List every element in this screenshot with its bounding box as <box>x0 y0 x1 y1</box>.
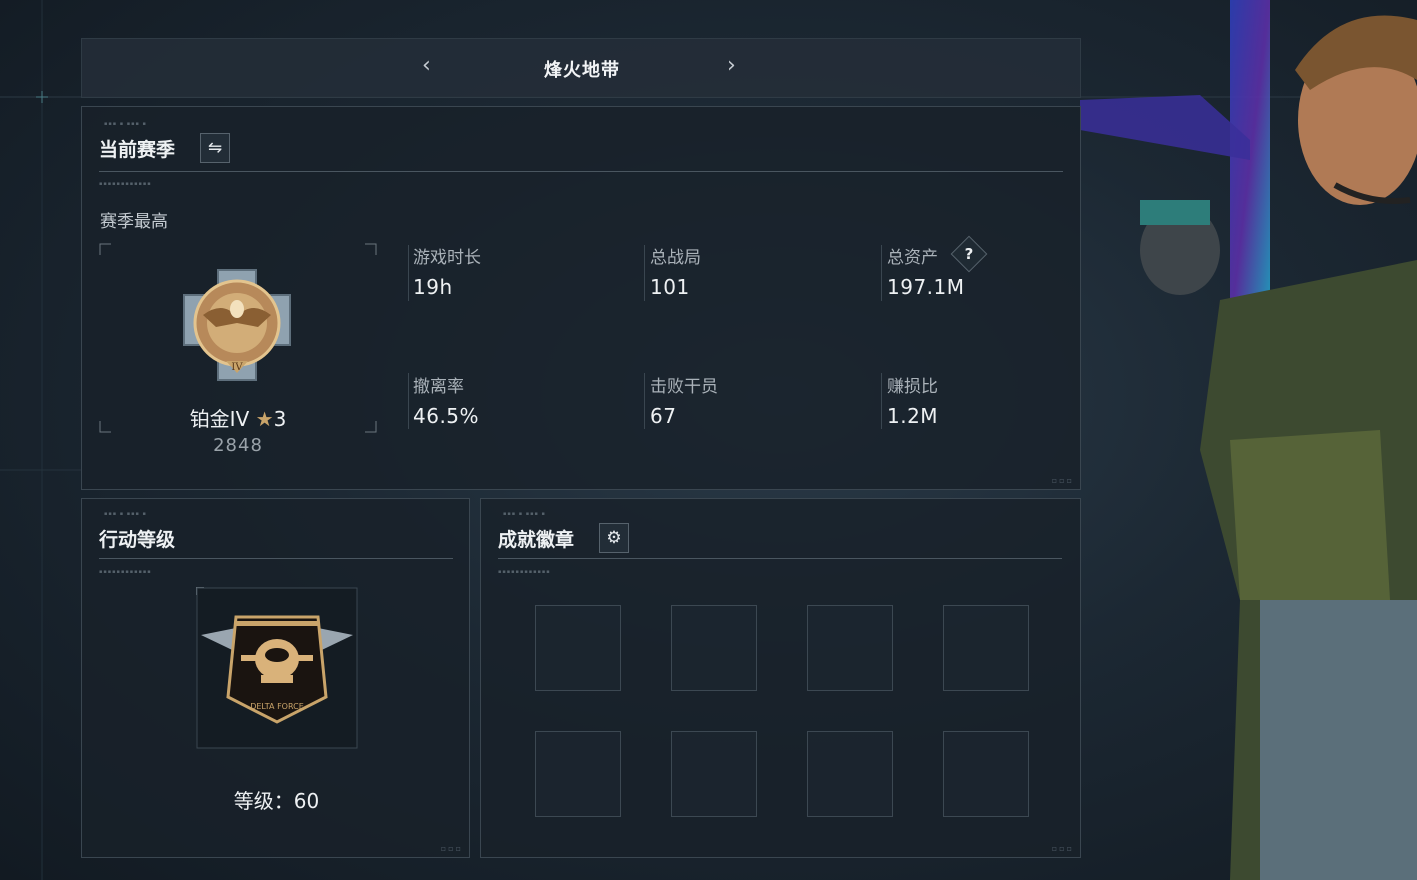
stat-value-operators-defeated: 67 <box>650 404 677 428</box>
platinum-rank-medal-icon: IV <box>183 269 291 381</box>
mode-selector-header: ‹ 烽火地带 › <box>81 38 1081 98</box>
achievement-badges-panel: ▪▪▪ ▪ ▪▪▪ ▪ 成就徽章 ⚙ ▪▪▪▪▪▪▪▪▪▪▪▪ ▫▫▫ <box>480 498 1081 858</box>
stat-label-total-assets: 总资产 <box>887 248 938 268</box>
gear-icon[interactable]: ⚙ <box>599 523 629 553</box>
help-icon-glyph: ? <box>964 245 974 263</box>
stat-value-profit-ratio: 1.2M <box>887 404 939 428</box>
rank-name: 铂金IV <box>189 407 250 431</box>
helicopter-level-badge-icon: DELTA FORCE <box>196 587 358 749</box>
star-icon: ★ <box>255 407 274 431</box>
stat-value-total-matches: 101 <box>650 275 690 299</box>
season-best-label: 赛季最高 <box>100 212 168 232</box>
season-section-title: 当前赛季 <box>99 139 176 161</box>
badge-slot-5[interactable] <box>535 731 621 817</box>
swap-arrows-icon[interactable]: ⇋ <box>200 133 230 163</box>
stat-label-profit-ratio: 赚损比 <box>887 377 938 397</box>
badge-slot-2[interactable] <box>671 605 757 691</box>
stat-label-operators-defeated: 击败干员 <box>650 377 718 397</box>
stat-label-playtime: 游戏时长 <box>413 248 481 268</box>
stat-value-total-assets: 197.1M <box>887 275 965 299</box>
badge-slot-3[interactable] <box>807 605 893 691</box>
badge-slot-4[interactable] <box>943 605 1029 691</box>
mode-title: 烽火地带 <box>544 60 620 81</box>
badge-slot-7[interactable] <box>807 731 893 817</box>
chevron-right-icon[interactable]: › <box>727 53 736 78</box>
badge-slot-6[interactable] <box>671 731 757 817</box>
character-operator-image <box>1080 0 1417 880</box>
stat-value-playtime: 19h <box>413 275 453 299</box>
rank-score: 2848 <box>213 435 263 456</box>
badge-slot-1[interactable] <box>535 605 621 691</box>
rank-stars: 3 <box>273 407 287 431</box>
current-season-panel: ▪▪▪ ▪ ▪▪▪ ▪ 当前赛季 ⇋ ▪▪▪▪▪▪▪▪▪▪▪▪ 赛季最高 IV … <box>81 106 1081 490</box>
badge-slot-8[interactable] <box>943 731 1029 817</box>
stat-label-total-matches: 总战局 <box>650 248 701 268</box>
level-section-title: 行动等级 <box>99 529 176 551</box>
stat-label-extraction-rate: 撤离率 <box>413 377 464 397</box>
achievement-section-title: 成就徽章 <box>498 529 575 551</box>
rank-name-row: 铂金IV ★3 <box>99 403 377 432</box>
operation-level-panel: ▪▪▪ ▪ ▪▪▪ ▪ 行动等级 ▪▪▪▪▪▪▪▪▪▪▪▪ DELTA FORC… <box>81 498 470 858</box>
svg-text:DELTA FORCE: DELTA FORCE <box>250 702 304 711</box>
stat-value-extraction-rate: 46.5% <box>413 404 480 428</box>
svg-text:IV: IV <box>231 362 243 373</box>
level-value: 等级：60 <box>233 789 320 813</box>
